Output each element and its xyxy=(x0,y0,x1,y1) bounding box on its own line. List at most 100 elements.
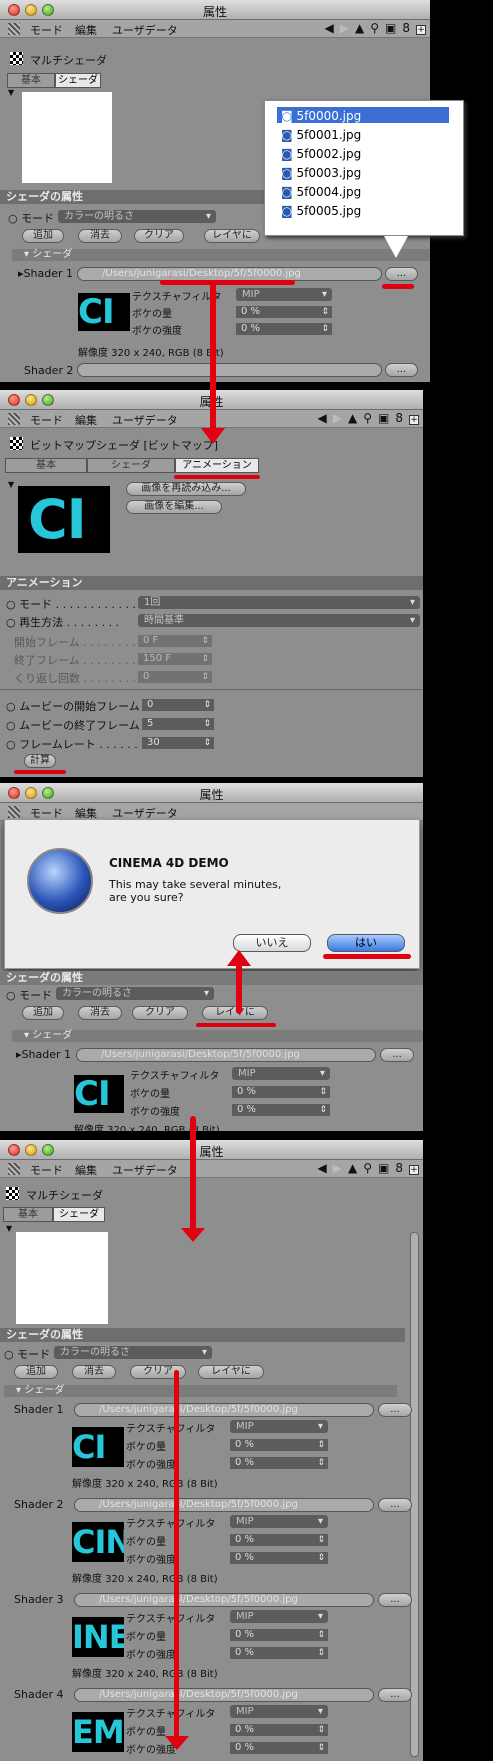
blur-strength-input[interactable]: 0 % xyxy=(230,1742,328,1754)
blur-amount-input[interactable]: 0 % xyxy=(230,1439,328,1451)
blur-strength-input[interactable]: 0 % xyxy=(232,1104,330,1116)
forward-arrow-icon[interactable]: ▶ xyxy=(333,411,348,425)
link-icon[interactable]: 8 xyxy=(395,411,409,425)
new-panel-icon[interactable]: + xyxy=(409,415,419,425)
tab-basic[interactable]: 基本 xyxy=(3,1207,53,1222)
add-button[interactable]: 追加 xyxy=(22,1006,64,1020)
menu-edit[interactable]: 編集 xyxy=(75,22,97,38)
layer-button[interactable]: レイヤに xyxy=(204,229,260,243)
tab-animation[interactable]: アニメーション xyxy=(175,458,259,473)
lock-icon[interactable]: ▣ xyxy=(385,21,402,35)
delete-button[interactable]: 消去 xyxy=(78,1006,122,1020)
blur-amount-input[interactable]: 0 % xyxy=(230,1629,328,1641)
playback-dropdown[interactable]: 時間基準 xyxy=(138,614,420,627)
back-arrow-icon[interactable]: ◀ xyxy=(318,411,333,425)
menu-userdata[interactable]: ユーザデータ xyxy=(112,412,178,428)
yes-button[interactable]: はい xyxy=(327,934,405,952)
up-arrow-icon[interactable]: ▲ xyxy=(348,411,363,425)
forward-arrow-icon[interactable]: ▶ xyxy=(333,1161,348,1175)
blur-strength-input[interactable]: 0 % xyxy=(230,1457,328,1469)
tab-basic[interactable]: 基本 xyxy=(5,458,87,473)
search-icon[interactable]: ⚲ xyxy=(363,411,378,425)
browse-button[interactable]: ... xyxy=(385,267,418,281)
browse-button[interactable]: ... xyxy=(378,1688,412,1702)
reload-image-button[interactable]: 画像を再読み込み... xyxy=(126,482,246,496)
mode-dropdown[interactable]: カラーの明るさ xyxy=(54,1346,212,1359)
menu-mode[interactable]: モード xyxy=(30,412,63,428)
expand-arrow-icon[interactable]: ▼ xyxy=(8,480,14,489)
search-icon[interactable]: ⚲ xyxy=(363,1161,378,1175)
file-list-item[interactable]: ◙ 5f0003.jpg xyxy=(281,166,361,180)
expand-arrow-icon[interactable]: ▼ xyxy=(8,88,14,97)
mode-dropdown[interactable]: カラーの明るさ xyxy=(56,987,214,1000)
mode-dropdown[interactable]: カラーの明るさ xyxy=(58,210,216,223)
add-button[interactable]: 追加 xyxy=(14,1365,58,1379)
movie-start-input[interactable]: 0 xyxy=(142,699,214,711)
menu-mode[interactable]: モード xyxy=(30,22,63,38)
blur-amount-input[interactable]: 0 % xyxy=(236,306,332,318)
new-panel-icon[interactable]: + xyxy=(409,1165,419,1175)
blur-amount-input[interactable]: 0 % xyxy=(230,1724,328,1736)
back-arrow-icon[interactable]: ◀ xyxy=(325,21,340,35)
file-list-item[interactable]: ◙ 5f0001.jpg xyxy=(281,128,361,142)
texture-filter-dropdown[interactable]: MIP xyxy=(230,1610,328,1623)
link-icon[interactable]: 8 xyxy=(395,1161,409,1175)
shader-path-field[interactable]: /Users/junigarasi/Desktop/5f/5f0000.jpg xyxy=(74,1403,374,1417)
scrollbar[interactable] xyxy=(410,1232,419,1757)
file-list-item[interactable]: ◙ 5f0005.jpg xyxy=(281,204,361,218)
end-frame-input[interactable]: 150 F xyxy=(138,653,212,665)
movie-end-input[interactable]: 5 xyxy=(142,718,214,730)
delete-button[interactable]: 消去 xyxy=(78,229,122,243)
blur-amount-input[interactable]: 0 % xyxy=(230,1534,328,1546)
texture-filter-dropdown[interactable]: MIP xyxy=(230,1515,328,1528)
shader1-path-field[interactable]: /Users/junigarasi/Desktop/5f/5f0000.jpg xyxy=(77,267,382,281)
frame-rate-input[interactable]: 30 xyxy=(142,737,214,749)
blur-strength-input[interactable]: 0 % xyxy=(230,1552,328,1564)
texture-filter-dropdown[interactable]: MIP xyxy=(230,1420,328,1433)
expand-arrow-icon[interactable]: ▼ xyxy=(6,1224,12,1233)
edit-image-button[interactable]: 画像を編集... xyxy=(126,500,222,514)
up-arrow-icon[interactable]: ▲ xyxy=(355,21,370,35)
shader-path-field[interactable]: /Users/junigarasi/Desktop/5f/5f0000.jpg xyxy=(74,1498,374,1512)
file-list-item[interactable]: ◙ 5f0000.jpg xyxy=(281,109,361,123)
shader2-browse-button[interactable]: ... xyxy=(385,363,418,377)
shader1-path-field[interactable]: /Users/junigarasi/Desktop/5f/5f0000.jpg xyxy=(76,1048,376,1062)
tab-shader[interactable]: シェーダ xyxy=(87,458,175,473)
browse-button[interactable]: ... xyxy=(378,1403,412,1417)
link-icon[interactable]: 8 xyxy=(402,21,416,35)
shader-path-field[interactable]: /Users/junigarasi/Desktop/5f/5f0000.jpg xyxy=(74,1688,374,1702)
lock-icon[interactable]: ▣ xyxy=(378,411,395,425)
layer-button[interactable]: レイヤに xyxy=(202,1006,268,1020)
blur-amount-input[interactable]: 0 % xyxy=(232,1086,330,1098)
layer-button[interactable]: レイヤに xyxy=(198,1365,264,1379)
browse-button[interactable]: ... xyxy=(380,1048,414,1062)
loops-input[interactable]: 0 xyxy=(138,671,212,683)
clear-button[interactable]: クリア xyxy=(134,229,184,243)
clear-button[interactable]: クリア xyxy=(132,1006,188,1020)
forward-arrow-icon[interactable]: ▶ xyxy=(340,21,355,35)
search-icon[interactable]: ⚲ xyxy=(370,21,385,35)
file-list-item[interactable]: ◙ 5f0002.jpg xyxy=(281,147,361,161)
calculate-button[interactable]: 計算 xyxy=(24,754,56,768)
blur-strength-input[interactable]: 0 % xyxy=(230,1647,328,1659)
lock-icon[interactable]: ▣ xyxy=(378,1161,395,1175)
menu-userdata[interactable]: ユーザデータ xyxy=(112,22,178,38)
start-frame-input[interactable]: 0 F xyxy=(138,635,212,647)
tab-shader[interactable]: シェーダ xyxy=(55,73,101,88)
file-list-item[interactable]: ◙ 5f0004.jpg xyxy=(281,185,361,199)
blur-strength-input[interactable]: 0 % xyxy=(236,323,332,335)
menu-edit[interactable]: 編集 xyxy=(75,1162,97,1178)
add-button[interactable]: 追加 xyxy=(22,229,64,243)
browse-button[interactable]: ... xyxy=(378,1593,412,1607)
menu-mode[interactable]: モード xyxy=(30,1162,63,1178)
texture-filter-dropdown[interactable]: MIP xyxy=(236,288,332,301)
shader2-path-field[interactable] xyxy=(77,363,382,377)
menu-edit[interactable]: 編集 xyxy=(75,412,97,428)
browse-button[interactable]: ... xyxy=(378,1498,412,1512)
tab-shader[interactable]: シェーダ xyxy=(53,1207,105,1222)
delete-button[interactable]: 消去 xyxy=(72,1365,116,1379)
shader-path-field[interactable]: /Users/junigarasi/Desktop/5f/5f0000.jpg xyxy=(74,1593,374,1607)
new-panel-icon[interactable]: + xyxy=(416,25,426,35)
menu-userdata[interactable]: ユーザデータ xyxy=(112,1162,178,1178)
tab-basic[interactable]: 基本 xyxy=(7,73,55,88)
